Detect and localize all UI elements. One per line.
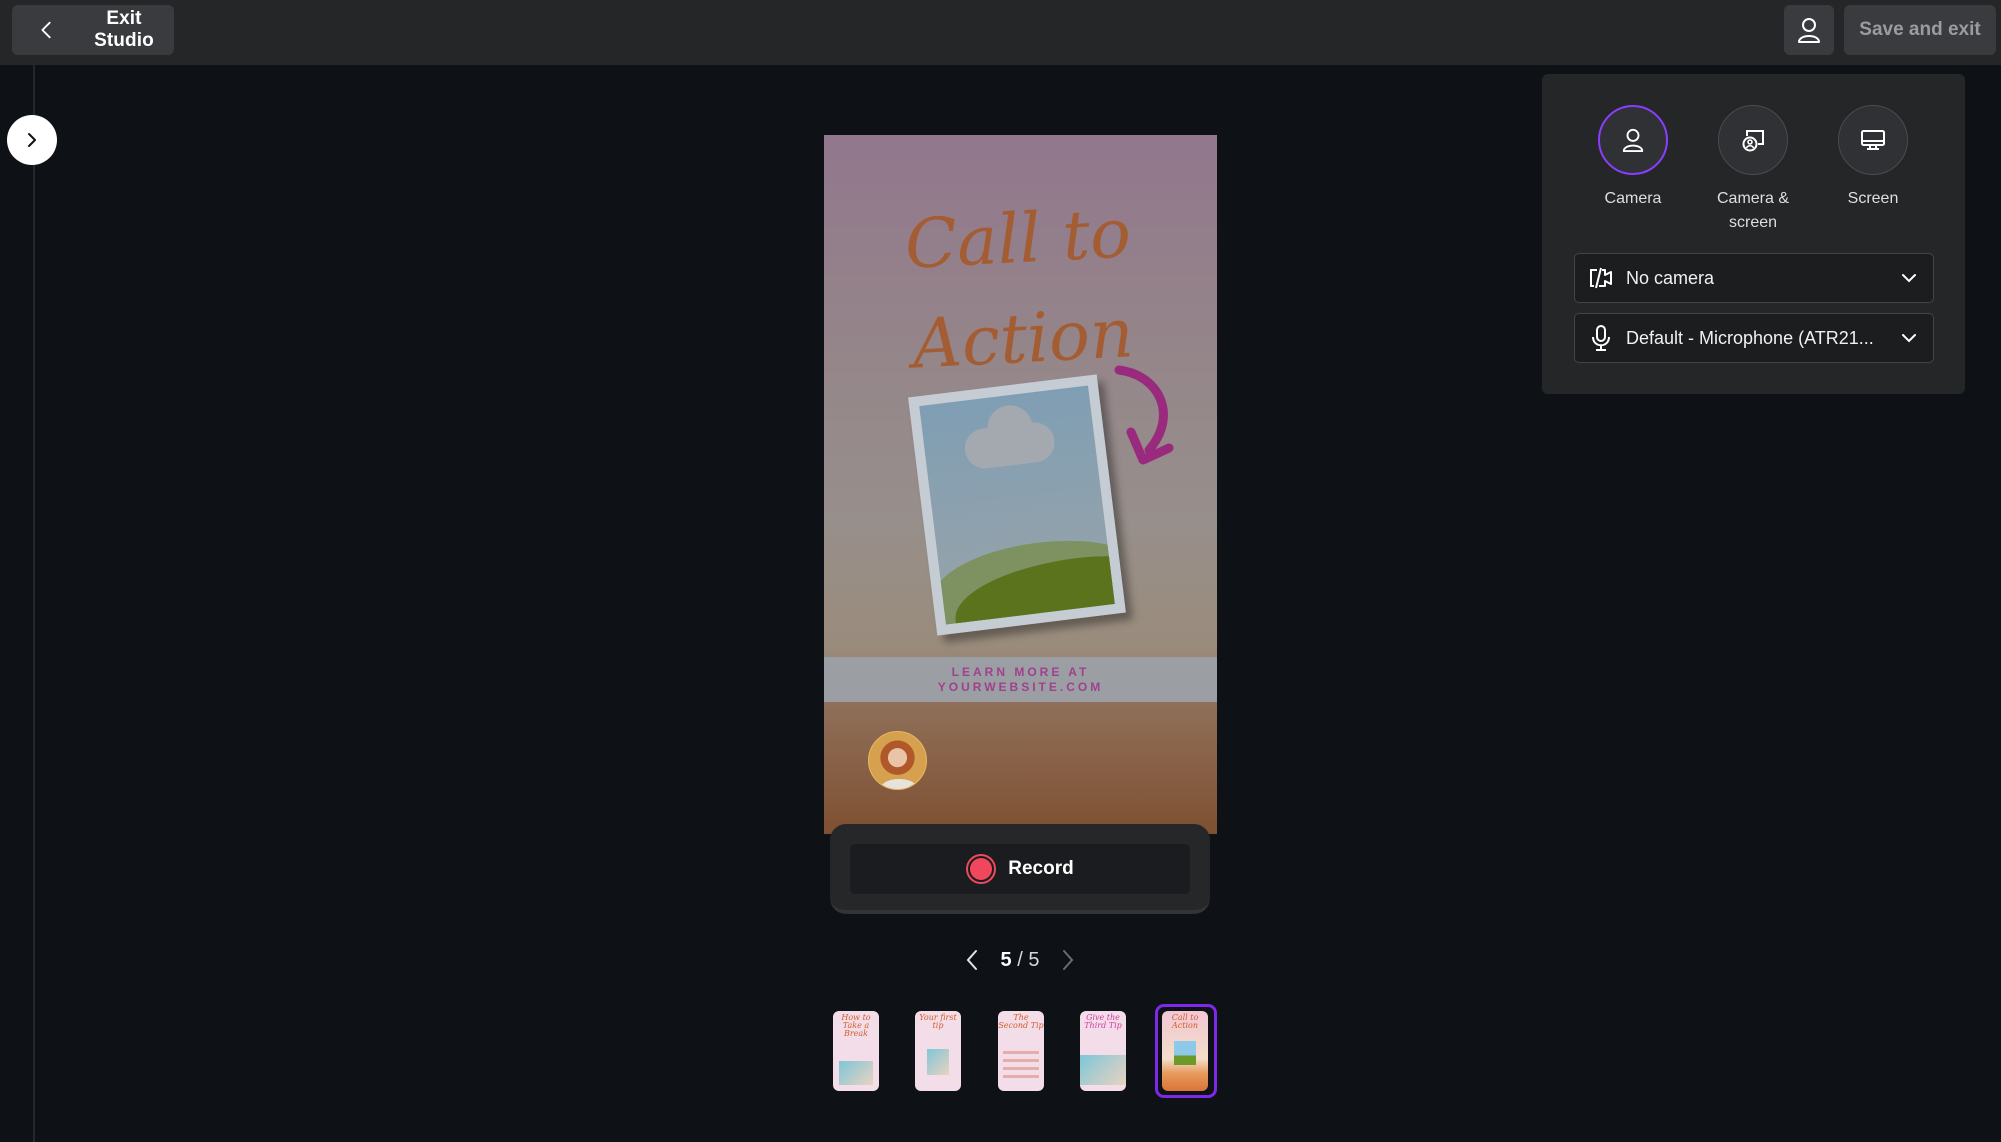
mode-label: Screen <box>1847 190 1899 207</box>
design-canvas[interactable]: Call to Action LEARN MORE AT YOURWEBSITE… <box>824 135 1217 834</box>
previous-page-button[interactable] <box>960 948 984 972</box>
page-thumbnail[interactable]: Your first tip <box>915 1011 961 1091</box>
chevron-left-icon <box>966 950 977 970</box>
record-panel: Record <box>830 824 1210 914</box>
record-label: Record <box>1008 858 1074 879</box>
chevron-left-icon <box>41 21 51 39</box>
total-pages: 5 <box>1028 948 1040 971</box>
page-thumbnail[interactable]: Give the Third Tip <box>1080 1011 1126 1091</box>
page-separator: / <box>1011 948 1029 971</box>
page-thumbnail[interactable]: How to Take a Break <box>833 1011 879 1091</box>
top-bar: Exit Studio Save and exit <box>0 0 2001 65</box>
recording-settings-panel: Camera Camera & screen Screen No camera … <box>1542 74 1965 394</box>
save-and-exit-button[interactable]: Save and exit <box>1844 5 1996 55</box>
microphone-select-value: Default - Microphone (ATR21... <box>1626 327 1874 348</box>
cta-line-1: LEARN MORE AT <box>951 664 1090 679</box>
cta-line-2: YOURWEBSITE.COM <box>937 679 1104 694</box>
exit-studio-button[interactable]: Exit Studio <box>12 5 174 55</box>
chevron-right-icon <box>1062 950 1074 970</box>
presenter-avatar[interactable] <box>868 731 927 790</box>
expand-panel-button[interactable] <box>7 115 57 165</box>
chevron-down-icon <box>1902 274 1916 283</box>
mode-camera-and-screen[interactable]: Camera & screen <box>1693 105 1813 235</box>
current-page: 5 <box>1000 948 1012 971</box>
person-icon <box>1622 128 1644 153</box>
mode-label: Camera <box>1604 190 1662 207</box>
monitor-icon <box>1861 130 1885 150</box>
record-button[interactable]: Record <box>850 844 1190 894</box>
mode-screen[interactable]: Screen <box>1813 105 1933 211</box>
curved-arrow-icon <box>1114 365 1174 465</box>
chevron-right-icon <box>28 133 36 147</box>
thumbnail-title: How to Take a Break <box>841 1013 871 1038</box>
page-navigator: 5 / 5 <box>960 940 1080 980</box>
page-counter: 5 / 5 <box>1001 949 1040 972</box>
side-panel-divider <box>33 65 35 1142</box>
camera-select[interactable]: No camera <box>1574 253 1934 303</box>
user-button[interactable] <box>1784 5 1834 55</box>
thumbnail-title: The Second Tip <box>998 1013 1044 1030</box>
person-icon <box>1798 18 1820 43</box>
thumbnail-title: Give the Third Tip <box>1084 1013 1122 1030</box>
cta-banner: LEARN MORE AT YOURWEBSITE.COM <box>824 657 1217 702</box>
selected-thumbnail-ring <box>1155 1004 1217 1098</box>
mode-camera[interactable]: Camera <box>1573 105 1693 211</box>
camera-and-screen-icon <box>1742 130 1764 152</box>
cloud-shape <box>962 420 1057 471</box>
next-page-button[interactable] <box>1056 948 1080 972</box>
camera-select-value: No camera <box>1626 267 1715 288</box>
record-dot-icon <box>966 854 997 884</box>
exit-studio-label: Exit Studio <box>94 8 154 51</box>
camera-off-icon <box>1590 267 1612 289</box>
placeholder-photo <box>908 374 1126 636</box>
mode-label: Camera & screen <box>1716 190 1790 231</box>
thumbnail-title: Your first tip <box>919 1013 957 1030</box>
page-thumbnail[interactable]: The Second Tip <box>998 1011 1044 1091</box>
chevron-down-icon <box>1902 334 1916 343</box>
microphone-icon <box>1592 325 1610 351</box>
microphone-select[interactable]: Default - Microphone (ATR21... <box>1574 313 1934 363</box>
